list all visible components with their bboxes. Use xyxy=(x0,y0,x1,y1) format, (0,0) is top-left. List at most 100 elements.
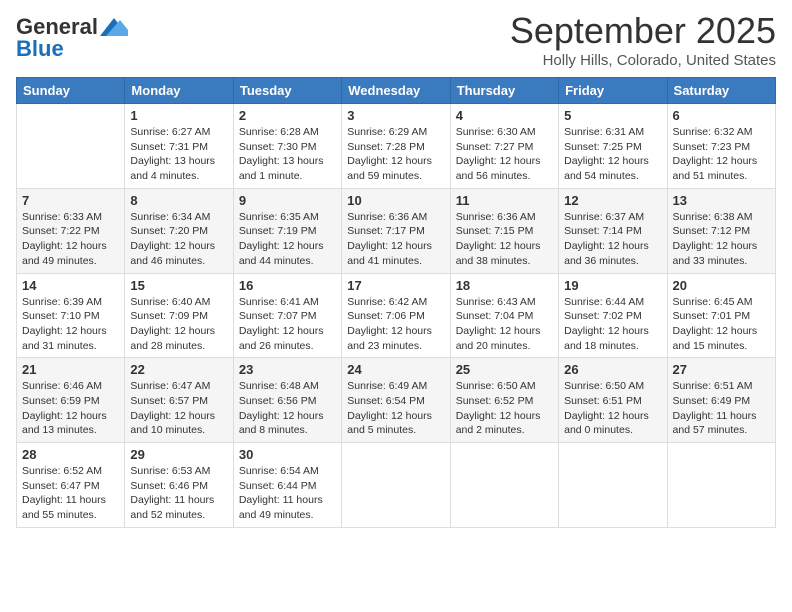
calendar-day-header: Monday xyxy=(125,78,233,104)
calendar-table: SundayMondayTuesdayWednesdayThursdayFrid… xyxy=(16,77,776,528)
calendar-week-row: 1Sunrise: 6:27 AM Sunset: 7:31 PM Daylig… xyxy=(17,104,776,189)
day-info: Sunrise: 6:43 AM Sunset: 7:04 PM Dayligh… xyxy=(456,295,553,354)
calendar-cell: 13Sunrise: 6:38 AM Sunset: 7:12 PM Dayli… xyxy=(667,188,775,273)
day-number: 20 xyxy=(673,278,770,293)
calendar-cell: 22 Sunrise: 6:47 AM Sunset: 6:57 PM Dayli… xyxy=(125,358,233,443)
calendar-cell: 16Sunrise: 6:41 AM Sunset: 7:07 PM Dayli… xyxy=(233,273,341,358)
calendar-cell: 21 Sunrise: 6:46 AM Sunset: 6:59 PM Dayli… xyxy=(17,358,125,443)
calendar-week-row: 14Sunrise: 6:39 AM Sunset: 7:10 PM Dayli… xyxy=(17,273,776,358)
day-number: 6 xyxy=(673,108,770,123)
day-info: Sunrise: 6:49 AM Sunset: 6:54 PM Dayligh… xyxy=(347,379,444,438)
day-info: Sunrise: 6:33 AM Sunset: 7:22 PM Dayligh… xyxy=(22,210,119,269)
calendar-cell: 28 Sunrise: 6:52 AM Sunset: 6:47 PM Dayli… xyxy=(17,443,125,528)
day-number: 8 xyxy=(130,193,227,208)
day-info: Sunrise: 6:48 AM Sunset: 6:56 PM Dayligh… xyxy=(239,379,336,438)
day-number: 13 xyxy=(673,193,770,208)
day-info: Sunrise: 6:30 AM Sunset: 7:27 PM Dayligh… xyxy=(456,125,553,184)
day-info: Sunrise: 6:41 AM Sunset: 7:07 PM Dayligh… xyxy=(239,295,336,354)
day-info: Sunrise: 6:50 AM Sunset: 6:51 PM Dayligh… xyxy=(564,379,661,438)
day-info: Sunrise: 6:53 AM Sunset: 6:46 PM Dayligh… xyxy=(130,464,227,523)
calendar-header-row: SundayMondayTuesdayWednesdayThursdayFrid… xyxy=(17,78,776,104)
day-number: 5 xyxy=(564,108,661,123)
day-number: 15 xyxy=(130,278,227,293)
title-area: September 2025 Holly Hills, Colorado, Un… xyxy=(510,10,776,69)
day-number: 4 xyxy=(456,108,553,123)
day-info: Sunrise: 6:39 AM Sunset: 7:10 PM Dayligh… xyxy=(22,295,119,354)
day-info: Sunrise: 6:32 AM Sunset: 7:23 PM Dayligh… xyxy=(673,125,770,184)
calendar-cell: 23 Sunrise: 6:48 AM Sunset: 6:56 PM Dayli… xyxy=(233,358,341,443)
calendar-cell: 24 Sunrise: 6:49 AM Sunset: 6:54 PM Dayli… xyxy=(342,358,450,443)
calendar-cell: 2 Sunrise: 6:28 AM Sunset: 7:30 PM Daylig… xyxy=(233,104,341,189)
day-number: 29 xyxy=(130,447,227,462)
day-number: 3 xyxy=(347,108,444,123)
day-number: 19 xyxy=(564,278,661,293)
day-info: Sunrise: 6:36 AM Sunset: 7:17 PM Dayligh… xyxy=(347,210,444,269)
day-number: 17 xyxy=(347,278,444,293)
page-subtitle: Holly Hills, Colorado, United States xyxy=(510,52,776,69)
day-info: Sunrise: 6:52 AM Sunset: 6:47 PM Dayligh… xyxy=(22,464,119,523)
calendar-cell xyxy=(342,443,450,528)
day-info: Sunrise: 6:35 AM Sunset: 7:19 PM Dayligh… xyxy=(239,210,336,269)
calendar-cell: 14Sunrise: 6:39 AM Sunset: 7:10 PM Dayli… xyxy=(17,273,125,358)
day-info: Sunrise: 6:46 AM Sunset: 6:59 PM Dayligh… xyxy=(22,379,119,438)
day-info: Sunrise: 6:40 AM Sunset: 7:09 PM Dayligh… xyxy=(130,295,227,354)
calendar-cell: 27Sunrise: 6:51 AM Sunset: 6:49 PM Dayli… xyxy=(667,358,775,443)
calendar-day-header: Thursday xyxy=(450,78,558,104)
calendar-day-header: Sunday xyxy=(17,78,125,104)
calendar-cell: 18 Sunrise: 6:43 AM Sunset: 7:04 PM Dayli… xyxy=(450,273,558,358)
day-info: Sunrise: 6:27 AM Sunset: 7:31 PM Dayligh… xyxy=(130,125,227,184)
calendar-cell: 6 Sunrise: 6:32 AM Sunset: 7:23 PM Daylig… xyxy=(667,104,775,189)
calendar-day-header: Friday xyxy=(559,78,667,104)
calendar-cell xyxy=(559,443,667,528)
day-number: 30 xyxy=(239,447,336,462)
day-number: 22 xyxy=(130,362,227,377)
day-info: Sunrise: 6:37 AM Sunset: 7:14 PM Dayligh… xyxy=(564,210,661,269)
calendar-cell: 20 Sunrise: 6:45 AM Sunset: 7:01 PM Dayli… xyxy=(667,273,775,358)
calendar-cell: 29 Sunrise: 6:53 AM Sunset: 6:46 PM Dayli… xyxy=(125,443,233,528)
day-info: Sunrise: 6:31 AM Sunset: 7:25 PM Dayligh… xyxy=(564,125,661,184)
day-number: 28 xyxy=(22,447,119,462)
calendar-week-row: 21 Sunrise: 6:46 AM Sunset: 6:59 PM Dayli… xyxy=(17,358,776,443)
day-number: 18 xyxy=(456,278,553,293)
calendar-cell: 19 Sunrise: 6:44 AM Sunset: 7:02 PM Dayli… xyxy=(559,273,667,358)
calendar-day-header: Wednesday xyxy=(342,78,450,104)
calendar-cell: 12Sunrise: 6:37 AM Sunset: 7:14 PM Dayli… xyxy=(559,188,667,273)
calendar-cell: 1Sunrise: 6:27 AM Sunset: 7:31 PM Daylig… xyxy=(125,104,233,189)
calendar-day-header: Saturday xyxy=(667,78,775,104)
calendar-day-header: Tuesday xyxy=(233,78,341,104)
calendar-cell: 8 Sunrise: 6:34 AM Sunset: 7:20 PM Daylig… xyxy=(125,188,233,273)
day-info: Sunrise: 6:29 AM Sunset: 7:28 PM Dayligh… xyxy=(347,125,444,184)
calendar-cell: 4 Sunrise: 6:30 AM Sunset: 7:27 PM Daylig… xyxy=(450,104,558,189)
day-number: 9 xyxy=(239,193,336,208)
day-info: Sunrise: 6:36 AM Sunset: 7:15 PM Dayligh… xyxy=(456,210,553,269)
calendar-cell: 25Sunrise: 6:50 AM Sunset: 6:52 PM Dayli… xyxy=(450,358,558,443)
day-number: 7 xyxy=(22,193,119,208)
day-number: 23 xyxy=(239,362,336,377)
day-info: Sunrise: 6:54 AM Sunset: 6:44 PM Dayligh… xyxy=(239,464,336,523)
calendar-week-row: 7 Sunrise: 6:33 AM Sunset: 7:22 PM Daylig… xyxy=(17,188,776,273)
day-number: 11 xyxy=(456,193,553,208)
day-info: Sunrise: 6:50 AM Sunset: 6:52 PM Dayligh… xyxy=(456,379,553,438)
day-info: Sunrise: 6:34 AM Sunset: 7:20 PM Dayligh… xyxy=(130,210,227,269)
calendar-cell: 10Sunrise: 6:36 AM Sunset: 7:17 PM Dayli… xyxy=(342,188,450,273)
day-info: Sunrise: 6:44 AM Sunset: 7:02 PM Dayligh… xyxy=(564,295,661,354)
calendar-cell: 15 Sunrise: 6:40 AM Sunset: 7:09 PM Dayli… xyxy=(125,273,233,358)
calendar-cell: 11 Sunrise: 6:36 AM Sunset: 7:15 PM Dayli… xyxy=(450,188,558,273)
day-number: 24 xyxy=(347,362,444,377)
calendar-cell xyxy=(450,443,558,528)
day-info: Sunrise: 6:28 AM Sunset: 7:30 PM Dayligh… xyxy=(239,125,336,184)
calendar-cell: 7 Sunrise: 6:33 AM Sunset: 7:22 PM Daylig… xyxy=(17,188,125,273)
day-info: Sunrise: 6:45 AM Sunset: 7:01 PM Dayligh… xyxy=(673,295,770,354)
day-number: 2 xyxy=(239,108,336,123)
day-number: 26 xyxy=(564,362,661,377)
logo: General Blue xyxy=(16,10,130,62)
day-info: Sunrise: 6:47 AM Sunset: 6:57 PM Dayligh… xyxy=(130,379,227,438)
day-info: Sunrise: 6:51 AM Sunset: 6:49 PM Dayligh… xyxy=(673,379,770,438)
calendar-cell: 30 Sunrise: 6:54 AM Sunset: 6:44 PM Dayli… xyxy=(233,443,341,528)
calendar-cell xyxy=(17,104,125,189)
calendar-cell xyxy=(667,443,775,528)
calendar-cell: 3 Sunrise: 6:29 AM Sunset: 7:28 PM Daylig… xyxy=(342,104,450,189)
logo-icon xyxy=(100,16,130,38)
day-number: 21 xyxy=(22,362,119,377)
calendar-cell: 26 Sunrise: 6:50 AM Sunset: 6:51 PM Dayli… xyxy=(559,358,667,443)
